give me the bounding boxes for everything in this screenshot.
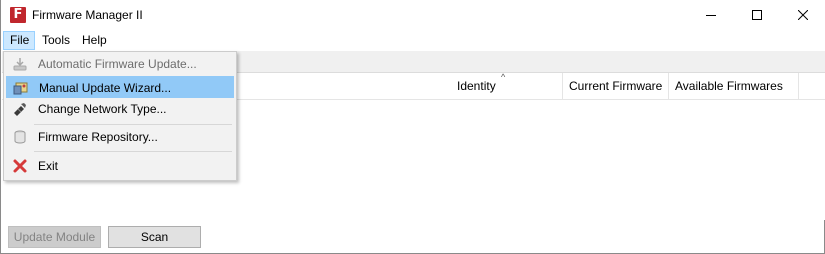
menu-separator [34,124,232,125]
update-module-button[interactable]: Update Module [8,226,101,248]
close-button[interactable] [780,0,825,30]
maximize-icon [752,10,762,20]
menu-item-label: Automatic Firmware Update... [38,57,197,71]
column-header-available-firmwares[interactable]: Available Firmwares [669,73,799,99]
menu-item-label: Exit [38,159,59,173]
column-header-current-firmware[interactable]: Current Firmware [563,73,669,99]
minimize-icon [706,15,716,16]
menu-item-automatic-firmware-update[interactable]: Automatic Firmware Update... [6,53,234,75]
menu-item-change-network-type[interactable]: Change Network Type... [6,98,234,120]
maximize-button[interactable] [734,0,780,30]
sort-ascending-icon: ^ [501,72,506,82]
firmware-manager-window: F Firmware Manager II File Tools Help Id… [0,0,825,254]
title-bar[interactable]: F Firmware Manager II [1,0,825,30]
menu-separator [34,151,232,152]
menu-item-label: Manual Update Wizard... [39,81,172,95]
menu-bar: File Tools Help [1,30,825,51]
database-icon [12,129,28,145]
menu-item-label: Change Network Type... [38,102,167,116]
file-menu-dropdown: Automatic Firmware Update... Manual Upda… [3,51,237,181]
app-logo-icon: F [10,7,26,23]
menu-item-exit[interactable]: Exit [6,155,234,177]
network-cable-icon [12,101,28,117]
menu-item-label: Firmware Repository... [38,130,158,144]
download-icon [12,56,28,72]
menu-item-manual-update-wizard[interactable]: Manual Update Wizard... [6,76,234,98]
wizard-icon [13,80,29,96]
minimize-button[interactable] [688,0,734,30]
close-x-icon [12,158,28,174]
menu-file[interactable]: File [3,31,35,50]
menu-help[interactable]: Help [76,31,113,50]
menu-item-firmware-repository[interactable]: Firmware Repository... [6,126,234,148]
window-title: Firmware Manager II [32,8,143,22]
column-header-identity[interactable]: Identity [451,73,563,99]
menu-tools[interactable]: Tools [36,31,76,50]
close-icon [798,10,808,20]
scan-button[interactable]: Scan [108,226,201,248]
